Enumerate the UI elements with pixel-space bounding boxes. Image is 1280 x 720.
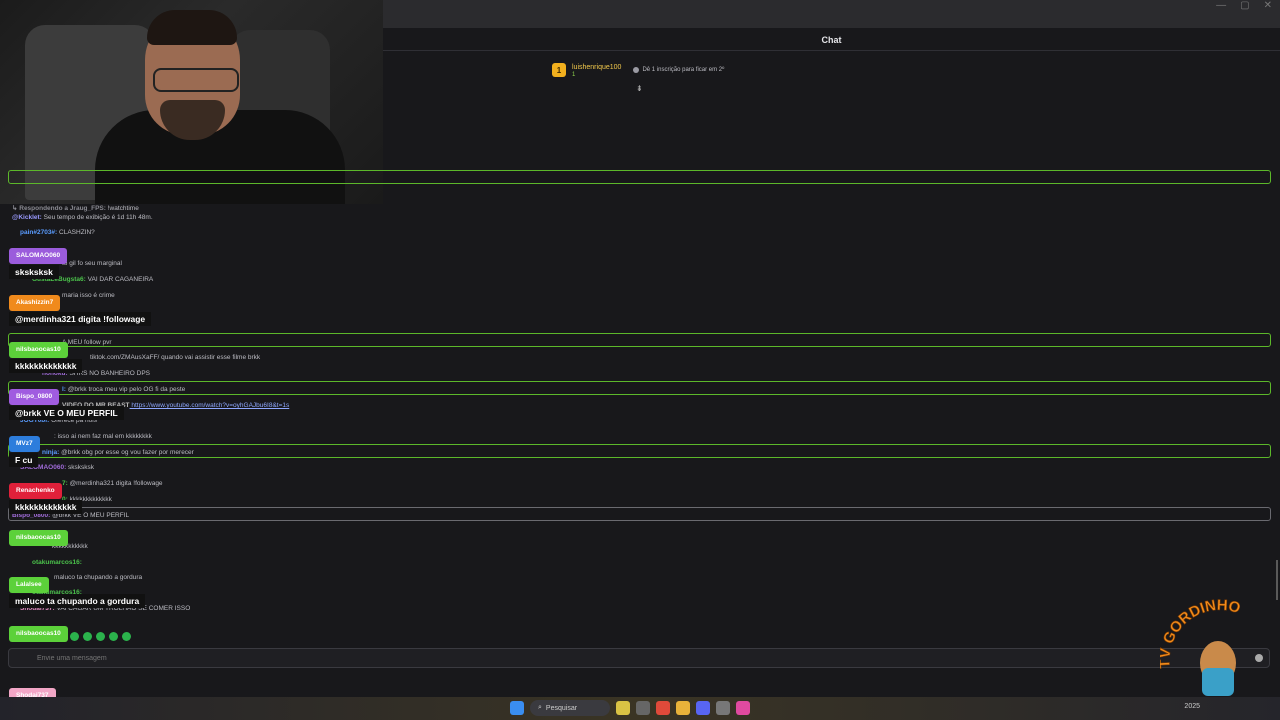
maximize-button[interactable]: ▢ [1240, 0, 1249, 12]
chat-text: to gil fo seu marginal [62, 260, 122, 267]
chat-line: pain#2703#: CLASHZIN? [20, 228, 95, 237]
chat-message-list: ↳ Respondendo a Jraug_FPS: !watchtime @Ki… [0, 198, 1280, 698]
chat-line: otakumarcos16: [32, 558, 82, 567]
highlighted-message [8, 381, 1271, 395]
streamer-glasses [153, 68, 239, 92]
chat-text[interactable]: https://www.youtube.com/watch?v=oyhGAJbu… [130, 402, 289, 409]
overlay-username: nilsbaoocas10 [9, 530, 68, 546]
chat-username[interactable]: ninja: [42, 449, 59, 456]
chat-text: !watchtime [105, 205, 139, 212]
task-view-icon[interactable] [636, 701, 650, 715]
scroll-down-icon[interactable]: ⇟ [636, 84, 643, 93]
chat-title: Chat [821, 35, 842, 45]
taskbar-search[interactable]: ⌕ Pesquisar [530, 700, 610, 716]
chat-username[interactable]: ↳ Respondendo a Jraug_FPS: [12, 205, 106, 212]
chat-line: : isso ai nem faz mal em kkkkkkkk [54, 432, 152, 441]
streamer-hair [147, 10, 237, 45]
pinned-gift-banner[interactable]: 1 luishenrique100 1 Dê 1 inscrição para … [552, 58, 724, 82]
overlay-username: Bispo_0800 [9, 389, 60, 405]
taskbar: ⌕ Pesquisar 2025 [0, 697, 1280, 720]
pinned-badge-count: 1 [572, 71, 576, 78]
chat-username[interactable]: otakumarcos16: [32, 559, 82, 566]
overlay-username: MVz7 [9, 436, 40, 452]
pinned-message: Dê 1 inscrição para ficar em 2º [633, 67, 724, 73]
overlay-username: Akashizzin7 [9, 295, 61, 311]
search-label: Pesquisar [545, 704, 578, 712]
overlay-message: Lalalsee maluco ta chupando a gordura [9, 573, 146, 608]
overlay-message: SALOMAO060 sksksksk [9, 244, 68, 279]
overlay-message: nilsbaoocas10 [9, 622, 68, 642]
minimize-button[interactable]: — [1216, 0, 1226, 12]
chat-username[interactable]: pain#2703#: [20, 229, 57, 236]
chat-line: @Kicklet: Seu tempo de exibição é 1d 11h… [12, 213, 153, 222]
window-titlebar: — ▢ ✕ [383, 0, 1280, 28]
overlay-text: sksksksk [9, 265, 59, 279]
chat-header: Chat [383, 28, 1280, 51]
emote-row [70, 632, 131, 641]
chat-text: sksksksk [66, 464, 95, 471]
overlay-text: F cu [9, 453, 39, 467]
chat-line: ninja: @brkk obg por esse og vou fazer p… [42, 448, 194, 457]
pinned-message-text: Dê 1 inscrição para ficar em 2º [642, 67, 725, 73]
overlay-message: Bispo_0800 @brkk VE O MEU PERFIL [9, 385, 124, 420]
overlay-text: kkkkkkkkkkkkk [9, 359, 83, 373]
chat-text: CLASHZIN? [57, 229, 95, 236]
chat-text: tiktok.com/ZMAusXaFF/ [90, 354, 160, 361]
info-icon [633, 67, 640, 73]
overlay-text: @brkk VE O MEU PERFIL [9, 406, 124, 420]
emote-icon[interactable] [122, 632, 131, 641]
chat-text: Seu tempo de exibição é 1d 11h 48m. [41, 214, 153, 221]
obs-icon[interactable] [716, 701, 730, 715]
overlay-message: Renachenko kkkkkkkkkkkkk [9, 479, 83, 514]
system-clock[interactable]: 2025 [1184, 703, 1200, 710]
search-icon: ⌕ [538, 704, 542, 711]
chat-text: quando vai assistir esse filme brkk [159, 354, 261, 361]
chat-text: @brkk obg por esse og vou fazer por mere… [59, 449, 194, 456]
overlay-message: Akashizzin7 @merdinha321 digita !followag… [9, 291, 152, 326]
overlay-username: nilsbaoocas10 [9, 342, 68, 358]
scrollbar[interactable] [1276, 560, 1278, 600]
overlay-username: Renachenko [9, 483, 62, 499]
widget-icon[interactable] [616, 701, 630, 715]
channel-logo: TV GORDINHO [1160, 598, 1243, 696]
chat-line: ↳ Respondendo a Jraug_FPS: !watchtime [12, 204, 139, 213]
emote-icon[interactable] [96, 632, 105, 641]
highlighted-message [8, 333, 1271, 347]
windows-start-icon[interactable] [510, 701, 524, 715]
message-input[interactable] [35, 654, 839, 663]
close-button[interactable]: ✕ [1264, 0, 1272, 12]
highlighted-message [8, 444, 1271, 458]
chat-username[interactable]: @Kicklet: [12, 214, 42, 221]
overlay-username: Lalalsee [9, 577, 49, 593]
discord-icon[interactable] [696, 701, 710, 715]
overlay-message: MVz7 F cu [9, 432, 40, 467]
overlay-username: nilsbaoocas10 [9, 626, 68, 642]
folder-icon[interactable] [676, 701, 690, 715]
chat-line: tiktok.com/ZMAusXaFF/ quando vai assisti… [90, 353, 260, 362]
overlay-message: nilsbaoocas10 kkkkkkkkkkkkk [9, 338, 83, 373]
overlay-username: SALOMAO060 [9, 248, 68, 264]
chrome-icon[interactable] [656, 701, 670, 715]
crown-icon: 1 [552, 63, 566, 77]
chat-line: to gil fo seu marginal [62, 259, 122, 268]
chat-text: VAI DAR CAGANEIRA [85, 276, 154, 283]
overlay-text: kkkkkkkkkkkkk [9, 500, 83, 514]
overlay-text: maluco ta chupando a gordura [9, 594, 146, 608]
chat-text: : isso ai nem faz mal em kkkkkkkk [54, 433, 152, 440]
message-input-box[interactable] [8, 648, 1270, 668]
highlighted-message [8, 507, 1271, 521]
overlay-message: nilsbaoocas10 [9, 526, 68, 546]
emote-icon[interactable] [83, 632, 92, 641]
emote-icon[interactable] [70, 632, 79, 641]
overlay-text: @merdinha321 digita !followage [9, 312, 152, 326]
highlighted-message-box [8, 170, 1271, 184]
app-icon[interactable] [736, 701, 750, 715]
pinned-username: luishenrique100 [572, 63, 622, 71]
emote-icon[interactable] [109, 632, 118, 641]
